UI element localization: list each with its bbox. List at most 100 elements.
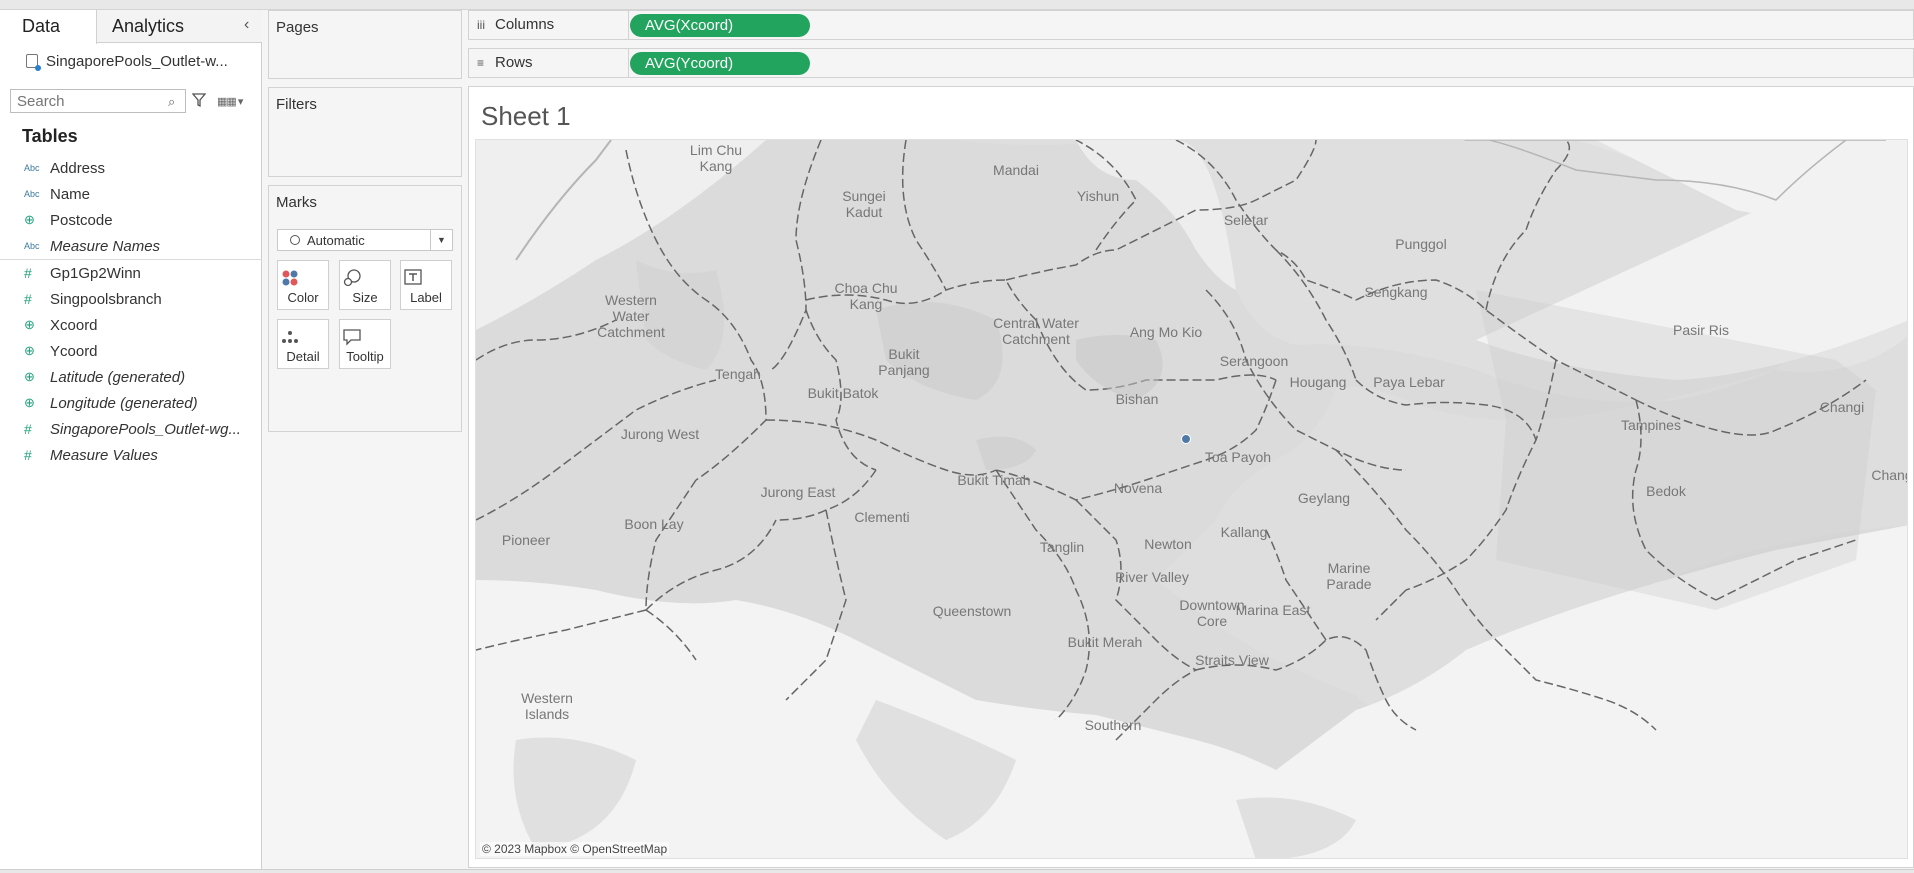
size-button[interactable]: Size bbox=[339, 260, 391, 310]
rows-shelf[interactable]: ≡ Rows AVG(Ycoord) bbox=[468, 48, 1914, 78]
collapse-pane-icon[interactable]: ‹ bbox=[244, 16, 249, 34]
label-button[interactable]: Label bbox=[400, 260, 452, 310]
sheet-title[interactable]: Sheet 1 bbox=[481, 101, 571, 132]
number-icon: # bbox=[24, 421, 32, 437]
filter-icon[interactable] bbox=[192, 92, 206, 108]
field-item[interactable]: ⊕ Postcode bbox=[0, 207, 262, 233]
place-label-pasir: Pasir Ris bbox=[1672, 322, 1730, 338]
field-item[interactable]: Abc Address bbox=[0, 155, 262, 181]
place-label-straits: Straits View bbox=[1195, 652, 1269, 668]
columns-label-text: Columns bbox=[495, 16, 555, 33]
string-icon: Abc bbox=[24, 189, 40, 199]
place-label-westernislands: Western Islands bbox=[521, 690, 573, 722]
place-label-jurongeast: Jurong East bbox=[760, 484, 836, 500]
field-item[interactable]: Abc Measure Names bbox=[0, 233, 262, 259]
field-label: Xcoord bbox=[50, 316, 98, 334]
pane-tabs: Data Analytics ‹ bbox=[0, 10, 262, 44]
place-label-boonlay: Boon Lay bbox=[624, 516, 684, 532]
columns-shelf[interactable]: iii Columns AVG(Xcoord) bbox=[468, 10, 1914, 40]
tooltip-button[interactable]: Tooltip bbox=[339, 319, 391, 369]
field-label: SingaporePools_Outlet-wg... bbox=[50, 420, 241, 438]
map-data-point[interactable] bbox=[1181, 434, 1191, 444]
place-label-geylang: Geylang bbox=[1297, 490, 1351, 506]
field-label: Measure Names bbox=[50, 237, 161, 255]
rows-label-text: Rows bbox=[495, 54, 533, 71]
place-label-yishun: Yishun bbox=[1076, 188, 1120, 204]
tab-analytics[interactable]: Analytics bbox=[112, 10, 184, 43]
mark-type-dropdown[interactable]: Automatic ▼ bbox=[277, 229, 453, 251]
field-item[interactable]: # SingaporePools_Outlet-wg... bbox=[0, 416, 262, 442]
place-label-queenstown: Queenstown bbox=[932, 603, 1012, 619]
datasource-item[interactable]: SingaporePools_Outlet-w... bbox=[26, 50, 228, 72]
tooltip-button-label: Tooltip bbox=[346, 349, 384, 364]
color-icon bbox=[282, 270, 298, 286]
columns-pill[interactable]: AVG(Xcoord) bbox=[630, 14, 810, 37]
label-button-label: Label bbox=[410, 290, 442, 305]
field-item[interactable]: # Singpoolsbranch bbox=[0, 286, 262, 312]
field-item[interactable]: ⊕ Xcoord bbox=[0, 312, 262, 338]
filters-card[interactable]: Filters bbox=[268, 87, 462, 177]
detail-button-label: Detail bbox=[286, 349, 320, 364]
search-icon: ⌕ bbox=[168, 94, 176, 109]
rows-icon: ≡ bbox=[477, 56, 485, 70]
place-label-tanglin: Tanglin bbox=[1039, 539, 1085, 555]
search-input[interactable] bbox=[10, 89, 186, 113]
place-label-tampines: Tampines bbox=[1621, 417, 1681, 433]
field-item[interactable]: Abc Name bbox=[0, 181, 262, 207]
datasource-label: SingaporePools_Outlet-w... bbox=[46, 52, 228, 70]
circle-mark-icon bbox=[290, 235, 300, 245]
place-label-bukitmerah: Bukit Merah bbox=[1067, 634, 1143, 650]
number-icon: # bbox=[24, 291, 32, 307]
place-label-jurongwest: Jurong West bbox=[620, 426, 700, 442]
field-label: Singpoolsbranch bbox=[50, 290, 162, 308]
place-label-clementi: Clementi bbox=[854, 509, 910, 525]
bottom-tab-strip bbox=[0, 869, 1914, 873]
field-label: Latitude (generated) bbox=[50, 368, 186, 386]
view-options-icon[interactable]: ▦▦ ▾ bbox=[217, 95, 243, 108]
place-label-bukitpanjang: Bukit Panjang bbox=[878, 346, 930, 378]
place-label-kallang: Kallang bbox=[1220, 524, 1268, 540]
place-label-lim: Lim Chu Kang bbox=[689, 142, 743, 174]
map-background bbox=[476, 140, 1907, 858]
marks-card-title: Marks bbox=[276, 194, 317, 211]
field-label: Name bbox=[50, 185, 91, 203]
place-label-central: Central Water Catchment bbox=[993, 315, 1079, 347]
map-view[interactable]: Lim Chu Kang Mandai Yishun Sungei Kadut Sele… bbox=[475, 139, 1908, 859]
place-label-mandai: Mandai bbox=[993, 162, 1039, 178]
field-label: Measure Values bbox=[50, 446, 158, 464]
place-label-western: Western Water Catchment bbox=[597, 292, 665, 340]
place-label-sungei: Sungei Kadut bbox=[842, 188, 886, 220]
place-label-bedok: Bedok bbox=[1646, 483, 1686, 499]
place-label-changi: Changi bbox=[1819, 399, 1865, 415]
field-item[interactable]: ⊕ Latitude (generated) bbox=[0, 364, 262, 390]
rows-pill[interactable]: AVG(Ycoord) bbox=[630, 52, 810, 75]
detail-button[interactable]: Detail bbox=[277, 319, 329, 369]
place-label-amk: Ang Mo Kio bbox=[1129, 324, 1203, 340]
place-label-bishan: Bishan bbox=[1115, 391, 1159, 407]
tooltip-icon bbox=[343, 329, 361, 346]
color-button[interactable]: Color bbox=[277, 260, 329, 310]
rows-shelf-label: ≡ Rows bbox=[469, 49, 629, 77]
mark-type-label: Automatic bbox=[307, 232, 365, 248]
map-attribution[interactable]: © 2023 Mapbox © OpenStreetMap bbox=[480, 842, 670, 856]
field-list: Abc Address Abc Name ⊕ Postcode Abc Measure Nam… bbox=[0, 155, 262, 468]
field-label: Postcode bbox=[50, 211, 113, 229]
field-item[interactable]: # Gp1Gp2Winn bbox=[0, 260, 262, 286]
tables-heading: Tables bbox=[22, 126, 78, 146]
pages-card-title: Pages bbox=[276, 19, 319, 36]
chevron-down-icon[interactable]: ▼ bbox=[430, 230, 452, 250]
globe-icon: ⊕ bbox=[24, 212, 35, 227]
pages-card[interactable]: Pages bbox=[268, 10, 462, 79]
place-label-paya: Paya Lebar bbox=[1373, 374, 1445, 390]
place-label-toapayoh: Toa Payoh bbox=[1204, 449, 1272, 465]
filters-card-title: Filters bbox=[276, 96, 317, 113]
place-label-choa: Choa Chu Kang bbox=[834, 280, 898, 312]
tab-data[interactable]: Data bbox=[0, 10, 97, 44]
globe-icon: ⊕ bbox=[24, 343, 35, 358]
field-item[interactable]: ⊕ Ycoord bbox=[0, 338, 262, 364]
field-item[interactable]: ⊕ Longitude (generated) bbox=[0, 390, 262, 416]
field-item[interactable]: # Measure Values bbox=[0, 442, 262, 468]
place-label-serangoon: Serangoon bbox=[1219, 353, 1289, 369]
size-button-label: Size bbox=[352, 290, 378, 305]
place-label-hougang: Hougang bbox=[1289, 374, 1347, 390]
